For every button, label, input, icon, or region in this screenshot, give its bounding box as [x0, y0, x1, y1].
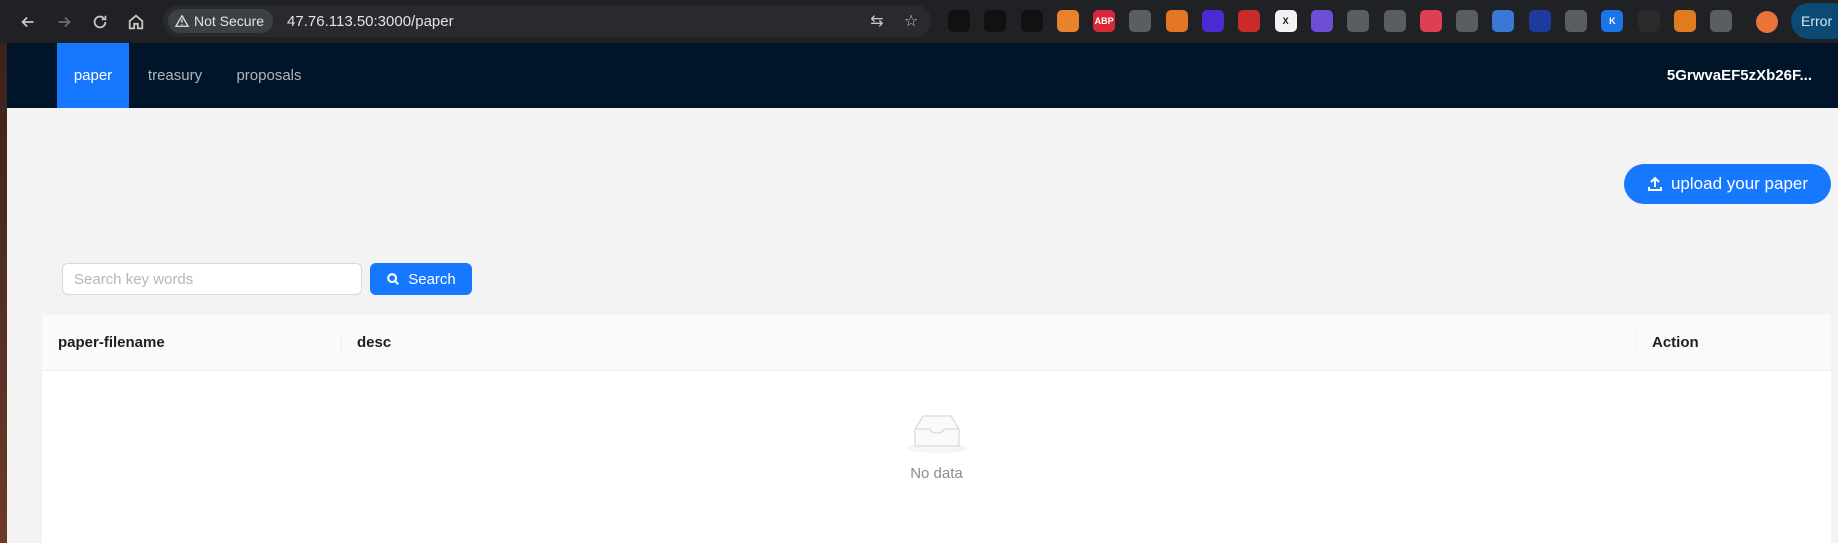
top-nav: paper treasury proposals 5GrwvaEF5zXb26F…	[7, 43, 1838, 108]
vee-icon[interactable]	[1129, 10, 1152, 32]
bracket-icon[interactable]	[1347, 10, 1370, 32]
arrow-left-icon	[21, 16, 34, 27]
column-divider	[341, 332, 342, 354]
error-label: Error	[1801, 13, 1833, 29]
search-input[interactable]	[62, 263, 362, 295]
bookmark-star-icon[interactable]: ☆	[901, 11, 921, 31]
blue-circle-icon[interactable]	[1528, 10, 1551, 32]
orange-helmet-icon[interactable]	[1673, 10, 1696, 32]
security-chip[interactable]: Not Secure	[168, 9, 274, 33]
x-icon[interactable]: X	[1274, 10, 1297, 32]
circle-dark-icon[interactable]	[948, 10, 970, 32]
search-icon	[387, 273, 400, 285]
search-label: Search	[408, 270, 456, 288]
papers-table: paper-filename desc Action No data	[42, 315, 1831, 543]
upload-paper-button[interactable]: upload your paper	[1624, 164, 1831, 204]
sparkle-icon[interactable]	[1637, 10, 1660, 32]
reload-icon	[93, 15, 107, 28]
empty-inbox-icon	[906, 415, 967, 453]
upload-label: upload your paper	[1670, 174, 1809, 193]
upload-icon	[1647, 176, 1662, 191]
orange-coin-icon[interactable]	[1056, 10, 1079, 32]
empty-text: No data	[910, 465, 963, 482]
grid-icon[interactable]	[1383, 10, 1406, 32]
square-frame-icon[interactable]	[984, 10, 1007, 32]
translate-icon[interactable]	[1492, 10, 1515, 32]
back-button[interactable]	[14, 8, 42, 36]
translate-page-icon[interactable]: ⇆	[867, 11, 887, 31]
column-header-filename: paper-filename	[58, 334, 165, 351]
table-header: paper-filename desc Action	[42, 315, 1831, 371]
browser-toolbar: Not Secure 47.76.113.50:3000/paper ⇆ ☆ A…	[0, 0, 1838, 43]
security-label: Not Secure	[194, 13, 265, 29]
purple-ghost-icon[interactable]	[1310, 10, 1333, 32]
red-badge-icon[interactable]	[1238, 10, 1261, 32]
empty-state: No data	[42, 412, 1831, 482]
extensions-bar: ABP X K	[948, 10, 1747, 32]
home-button[interactable]	[122, 8, 150, 36]
home-icon	[128, 14, 144, 29]
k-icon[interactable]: K	[1601, 10, 1624, 32]
camera-icon[interactable]	[1456, 10, 1479, 32]
column-divider	[1636, 332, 1637, 354]
address-bar[interactable]: Not Secure 47.76.113.50:3000/paper ⇆ ☆	[163, 5, 931, 37]
purple-cube-icon[interactable]	[1202, 10, 1225, 32]
column-header-action: Action	[1652, 334, 1699, 351]
nav-tab-label: paper	[73, 67, 113, 84]
warning-triangle-icon	[175, 14, 189, 27]
profile-avatar[interactable]	[1756, 11, 1778, 33]
app-page: paper treasury proposals 5GrwvaEF5zXb26F…	[7, 43, 1838, 543]
arrow-right-icon	[58, 16, 71, 27]
window-edge	[0, 43, 7, 543]
fox-mask-icon[interactable]	[1165, 10, 1188, 32]
column-header-desc: desc	[357, 334, 392, 351]
reload-button[interactable]	[86, 8, 114, 36]
nav-tab-label: treasury	[147, 67, 203, 84]
nav-tab-paper[interactable]: paper	[57, 43, 129, 108]
nav-tab-proposals[interactable]: proposals	[221, 43, 317, 108]
search-button[interactable]: Search	[370, 263, 472, 295]
adblock-plus-icon[interactable]: ABP	[1093, 10, 1116, 32]
forward-button[interactable]	[50, 8, 78, 36]
copy-icon[interactable]	[1565, 10, 1588, 32]
nav-tab-label: proposals	[236, 67, 302, 84]
ring-icon[interactable]	[1020, 10, 1043, 32]
nav-tab-treasury[interactable]: treasury	[129, 43, 221, 108]
puzzle-icon[interactable]	[1710, 10, 1733, 32]
red-square-icon[interactable]	[1419, 10, 1442, 32]
browser-error-button[interactable]: Error	[1791, 3, 1838, 39]
url-text[interactable]: 47.76.113.50:3000/paper	[287, 13, 454, 30]
account-address[interactable]: 5GrwvaEF5zXb26F...	[1667, 43, 1812, 108]
